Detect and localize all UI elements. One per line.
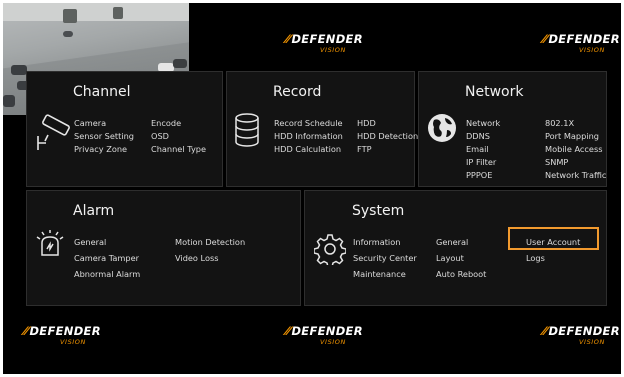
menu-item-maintenance[interactable]: Maintenance [353,269,406,280]
menu-item-email[interactable]: Email [466,144,489,155]
menu-item-abnormal-alarm[interactable]: Abnormal Alarm [74,269,140,280]
menu-item-logs[interactable]: Logs [526,253,545,264]
channel-panel[interactable]: Channel Camera Sensor Setting Privacy Zo… [26,71,223,187]
menu-item-hdd-calculation[interactable]: HDD Calculation [274,144,341,155]
menu-item-ddns[interactable]: DDNS [466,131,490,142]
nvr-main-menu: ⁄⁄DEFENDER VISION ⁄⁄DEFENDER VISION Chan… [3,3,621,374]
network-title: Network [465,84,524,100]
globe-icon [428,114,456,142]
menu-item-hdd-detection[interactable]: HDD Detection [357,131,418,142]
menu-item-mobile-access[interactable]: Mobile Access [545,144,603,155]
alarm-panel[interactable]: Alarm General Camera Tamper Abnormal Ala… [26,190,301,306]
menu-item-camera[interactable]: Camera [74,118,106,129]
menu-item-security-center[interactable]: Security Center [353,253,417,264]
system-title: System [352,203,405,219]
menu-item-network-traffic[interactable]: Network Traffic [545,170,606,181]
alarm-siren-icon [36,230,64,256]
brand-logo: ⁄⁄DEFENDER VISION [543,324,620,346]
menu-item-information[interactable]: Information [353,237,400,248]
menu-item-osd[interactable]: OSD [151,131,169,142]
record-title: Record [273,84,322,100]
storage-drive-icon [235,113,259,147]
menu-item-hdd[interactable]: HDD [357,118,376,129]
menu-item-system-general[interactable]: General [436,237,468,248]
network-panel[interactable]: Network Network DDNS Email IP Filter PPP… [418,71,607,187]
menu-item-pppoe[interactable]: PPPOE [466,170,492,181]
menu-item-snmp[interactable]: SNMP [545,157,568,168]
menu-item-sensor-setting[interactable]: Sensor Setting [74,131,134,142]
channel-title: Channel [73,84,131,100]
menu-item-record-schedule[interactable]: Record Schedule [274,118,343,129]
system-panel[interactable]: System Information Security Center Maint… [304,190,607,306]
menu-item-network[interactable]: Network [466,118,500,129]
menu-item-8021x[interactable]: 802.1X [545,118,574,129]
menu-item-port-mapping[interactable]: Port Mapping [545,131,599,142]
menu-item-ip-filter[interactable]: IP Filter [466,157,496,168]
record-panel[interactable]: Record Record Schedule HDD Information H… [226,71,418,187]
menu-item-camera-tamper[interactable]: Camera Tamper [74,253,139,264]
cctv-camera-icon [37,114,70,150]
menu-item-encode[interactable]: Encode [151,118,181,129]
menu-item-layout[interactable]: Layout [436,253,464,264]
menu-item-channel-type[interactable]: Channel Type [151,144,206,155]
brand-logo: ⁄⁄DEFENDER VISION [543,32,620,54]
menu-item-ftp[interactable]: FTP [357,144,372,155]
menu-item-video-loss[interactable]: Video Loss [175,253,219,264]
menu-item-motion-detection[interactable]: Motion Detection [175,237,245,248]
brand-logo: ⁄⁄DEFENDER VISION [286,32,363,54]
gear-icon [314,234,346,265]
menu-item-auto-reboot[interactable]: Auto Reboot [436,269,486,280]
menu-item-alarm-general[interactable]: General [74,237,106,248]
brand-logo: ⁄⁄DEFENDER VISION [24,324,101,346]
alarm-title: Alarm [73,203,115,219]
menu-item-privacy-zone[interactable]: Privacy Zone [74,144,127,155]
brand-logo: ⁄⁄DEFENDER VISION [286,324,363,346]
menu-item-hdd-information[interactable]: HDD Information [274,131,343,142]
menu-item-user-account[interactable]: User Account [526,237,580,248]
